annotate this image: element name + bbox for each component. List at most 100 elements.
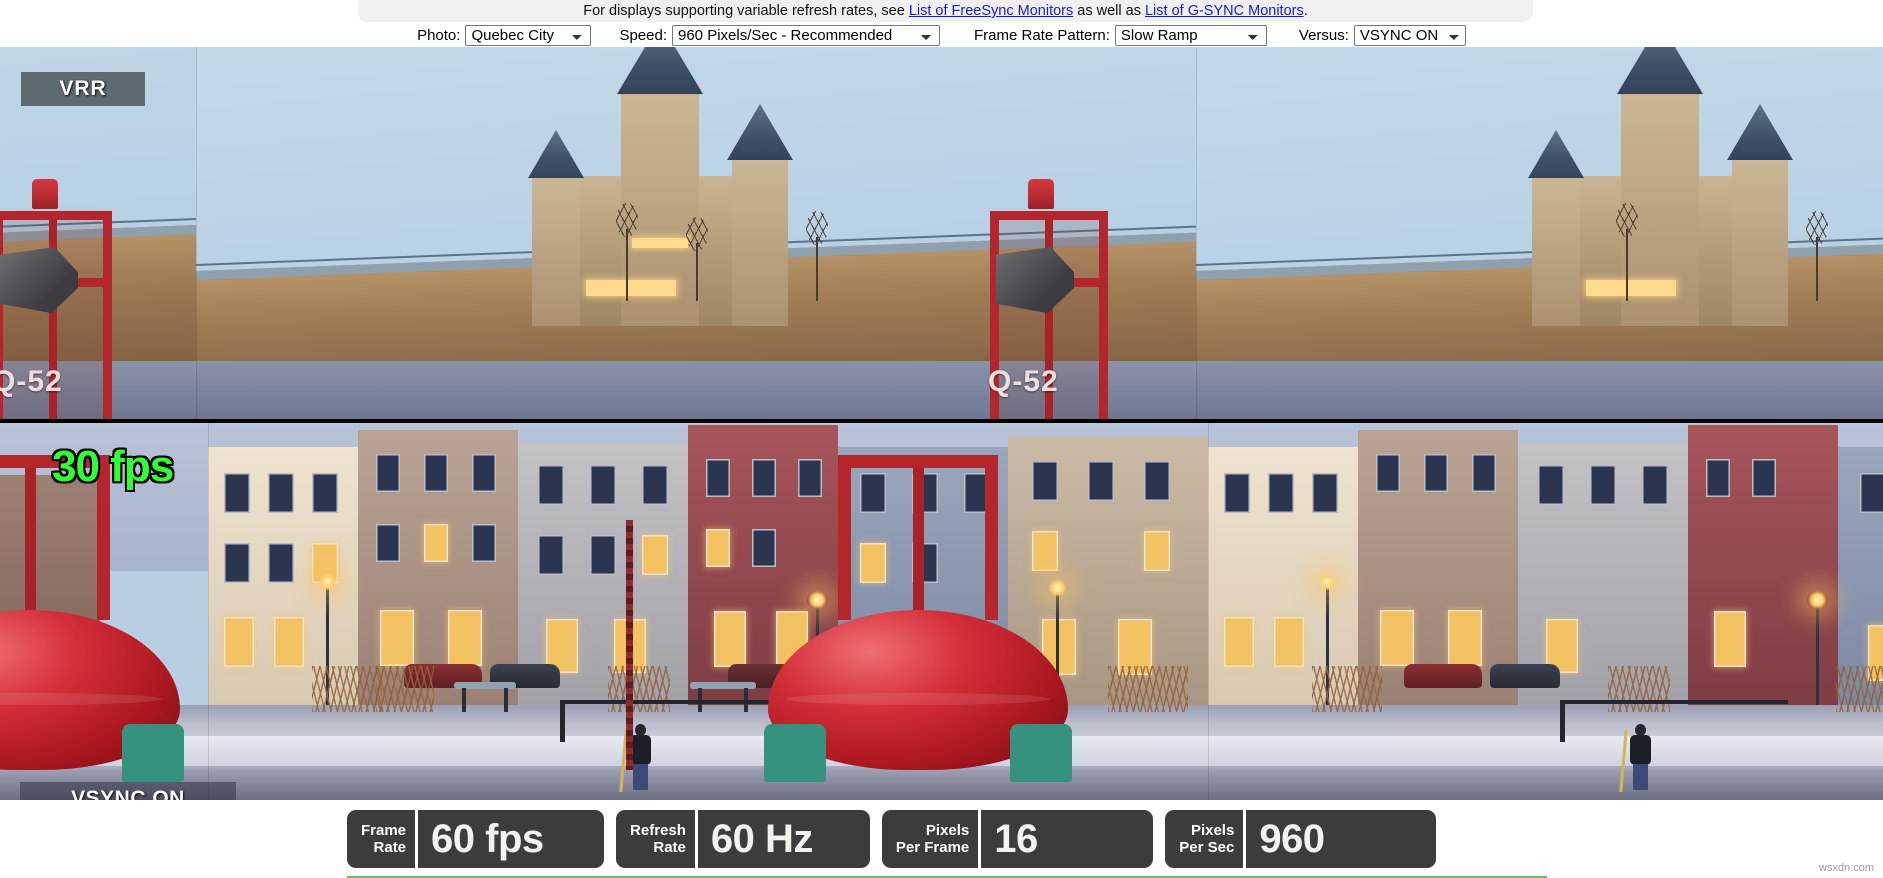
buoy-lamp: [1028, 179, 1054, 209]
dry-shrub: [1108, 666, 1188, 712]
pedestrian-legs: [1633, 764, 1648, 790]
lamp-glow: [317, 573, 338, 591]
lamp-glow: [1317, 573, 1338, 591]
bare-tree: [816, 237, 818, 301]
panel-seam: [208, 421, 209, 800]
versus-control: Versus: VSYNC ON: [1299, 25, 1466, 46]
stat-frame-rate: Frame Rate 60 fps: [347, 810, 604, 868]
building-window: [1376, 454, 1400, 492]
versus-label: Versus:: [1299, 27, 1354, 44]
notice-suffix: .: [1304, 3, 1308, 19]
parked-car: [1404, 664, 1482, 688]
versus-select[interactable]: VSYNC ON: [1354, 25, 1466, 46]
bench-leg: [462, 688, 466, 712]
lower-buildings-strip: [1196, 361, 1883, 421]
castle-tower-left: [1532, 176, 1580, 326]
stat-value: 60 Hz: [698, 810, 870, 868]
speed-label: Speed:: [619, 27, 672, 44]
stat-label-line1: Pixels: [1191, 822, 1234, 839]
building-window-lit: [1224, 617, 1254, 667]
stat-label-line1: Refresh: [630, 822, 686, 839]
dry-shrub: [1836, 666, 1883, 712]
vrr-badge: VRR: [21, 72, 145, 106]
castle-chateau: [1436, 47, 1866, 326]
building-window: [1472, 454, 1496, 492]
railing-bar: [560, 700, 788, 704]
building-window: [1538, 465, 1564, 505]
building-window: [268, 543, 294, 583]
bench-leg: [504, 688, 508, 712]
building-window: [268, 473, 294, 513]
railing-post: [560, 700, 565, 742]
castle-lit-window: [632, 238, 688, 248]
building-window-lit: [1274, 617, 1304, 667]
frame-rate-pattern-control: Frame Rate Pattern: Slow Ramp: [974, 25, 1267, 46]
notice-text: For displays supporting variable refresh…: [358, 3, 1533, 19]
street-panel-c: [1208, 421, 1883, 800]
railing-bar: [1560, 700, 1788, 704]
stat-value: 960: [1246, 810, 1436, 868]
vsync-badge: VSYNC ON: [20, 782, 236, 800]
freesync-monitors-link[interactable]: List of FreeSync Monitors: [909, 3, 1073, 19]
buoy-bottom: [768, 460, 1068, 800]
stat-label-line2: Per Sec: [1179, 839, 1234, 856]
castle-roof-left: [1528, 130, 1584, 178]
bare-tree: [1626, 229, 1628, 301]
buoy-cage-bottom: [838, 455, 998, 620]
stat-label-line2: Rate: [653, 839, 686, 856]
pedestrian-legs: [633, 764, 648, 790]
castle-roof-right: [1727, 104, 1793, 160]
stat-value: 60 fps: [418, 810, 604, 868]
stat-label: Pixels Per Sec: [1165, 810, 1243, 868]
watermark: wsxdn.com: [1819, 862, 1874, 874]
panel-seam: [196, 47, 197, 421]
dry-shrub: [1608, 666, 1670, 712]
buoy-marker-label: Q-52: [0, 365, 63, 399]
building-window: [472, 524, 496, 562]
pedestrian-body: [630, 735, 651, 765]
stat-pixels-per-frame: Pixels Per Frame 16: [882, 810, 1153, 868]
tear-line: [0, 419, 1883, 423]
vsync-scene-bottom: [0, 421, 1883, 800]
building-window-lit: [1144, 531, 1170, 571]
building-window: [224, 543, 250, 583]
buoy-bulb-highlight: [0, 693, 162, 705]
buoy-top: Q-52: [976, 91, 1126, 421]
notice-panel: For displays supporting variable refresh…: [358, 0, 1533, 22]
gsync-monitors-link[interactable]: List of G-SYNC Monitors: [1145, 3, 1304, 19]
buoy-bulb-highlight: [786, 693, 1050, 705]
lamp-glow: [1807, 591, 1828, 609]
panel-seam: [1196, 47, 1197, 421]
photo-control: Photo: Quebec City: [417, 25, 591, 46]
speed-select[interactable]: 960 Pixels/Sec - Recommended: [672, 25, 940, 46]
building-window-lit: [714, 611, 746, 667]
stat-label-line1: Pixels: [926, 822, 969, 839]
castle-roof-left: [528, 130, 584, 178]
building-window-lit: [1380, 610, 1414, 666]
pattern-select[interactable]: Slow Ramp: [1115, 25, 1267, 46]
building-window: [1752, 459, 1776, 497]
building-window-lit: [448, 610, 482, 666]
building-window: [424, 454, 448, 492]
building-window: [706, 459, 730, 497]
building-window: [538, 465, 564, 505]
building-window: [376, 454, 400, 492]
street-lamp: [1816, 605, 1819, 705]
photo-select[interactable]: Quebec City: [465, 25, 591, 46]
bare-tree: [696, 243, 698, 301]
buoy-bottom: [0, 460, 180, 800]
building-window: [1642, 465, 1668, 505]
building-window: [224, 473, 250, 513]
control-bar: Photo: Quebec City Speed: 960 Pixels/Sec…: [0, 24, 1883, 47]
notice-prefix: For displays supporting variable refresh…: [583, 3, 909, 19]
pedestrian-body: [1630, 735, 1651, 765]
castle-roof-center: [617, 47, 703, 94]
buoy-teal-block: [764, 724, 826, 782]
motion-test-viewport[interactable]: Q-52: [0, 47, 1883, 800]
notice-bar: For displays supporting variable refresh…: [0, 0, 1883, 24]
building-window: [1144, 461, 1170, 501]
vrr-scene-top: Q-52: [0, 47, 1883, 421]
building-window-lit: [224, 617, 254, 667]
building-window: [642, 465, 668, 505]
street-panel-b: [208, 421, 1208, 800]
